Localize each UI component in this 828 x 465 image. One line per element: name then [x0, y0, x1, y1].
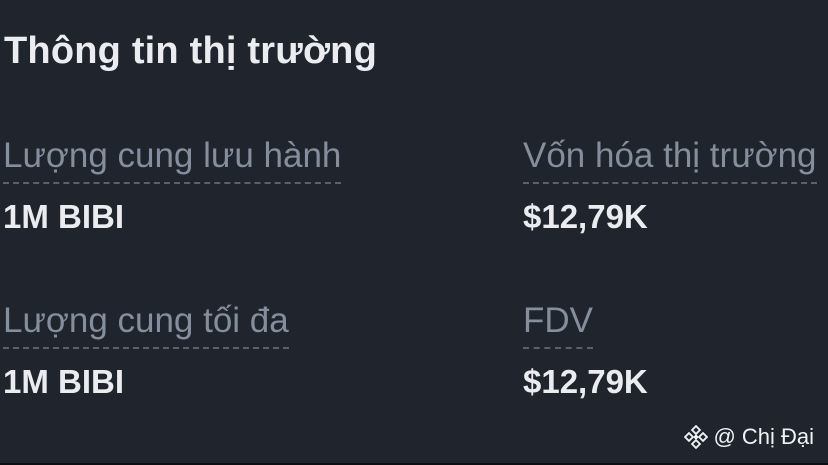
watermark-author: Chị Đại: [741, 424, 814, 449]
market-cap-label[interactable]: Vốn hóa thị trường: [523, 136, 817, 185]
watermark: @ Chị Đại: [683, 424, 814, 450]
stat-max-supply: Lượng cung tối đa 1M BIBI: [3, 301, 289, 401]
binance-logo-icon: [683, 425, 708, 449]
market-cap-value: $12,79K: [523, 198, 648, 236]
stat-circulating-supply: Lượng cung lưu hành 1M BIBI: [3, 136, 342, 236]
stat-market-cap: Vốn hóa thị trường $12,79K: [523, 136, 817, 236]
max-supply-value: 1M BIBI: [3, 363, 125, 401]
watermark-at: @: [713, 424, 736, 449]
fdv-label[interactable]: FDV: [523, 301, 593, 350]
max-supply-label[interactable]: Lượng cung tối đa: [3, 301, 289, 350]
circulating-supply-value: 1M BIBI: [3, 198, 125, 236]
section-title: Thông tin thị trường: [4, 30, 377, 72]
fdv-value: $12,79K: [523, 363, 648, 401]
circulating-supply-label[interactable]: Lượng cung lưu hành: [3, 136, 342, 185]
stat-fdv: FDV $12,79K: [523, 301, 648, 401]
